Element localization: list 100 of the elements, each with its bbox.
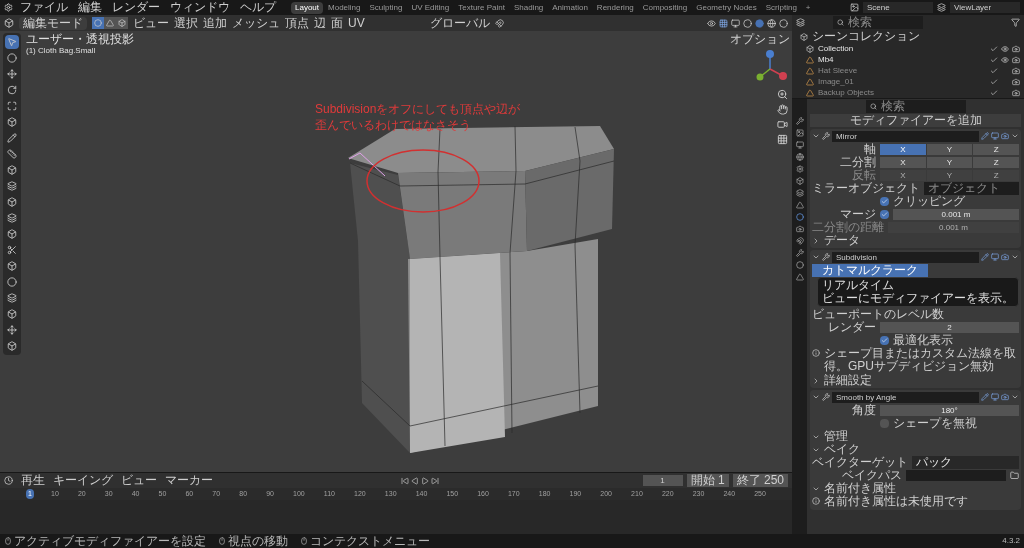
workspace-tab[interactable]: Animation xyxy=(548,1,592,14)
subpanel-header[interactable]: ベイク xyxy=(812,443,860,456)
camera-icon[interactable] xyxy=(1012,88,1020,97)
number-field[interactable]: 180° xyxy=(880,405,1019,416)
output-icon[interactable] xyxy=(795,141,804,149)
move-icon[interactable] xyxy=(5,67,19,81)
axis-toggle[interactable]: Y xyxy=(926,144,973,155)
axis-toggle[interactable]: Z xyxy=(973,144,1019,155)
realtime-icon[interactable] xyxy=(991,132,999,140)
search-field[interactable]: 検索 xyxy=(865,100,966,113)
modifier-name-field[interactable]: Subdivision xyxy=(832,251,979,263)
object-field[interactable]: オブジェクト xyxy=(924,182,1019,195)
subpanel-header[interactable]: データ xyxy=(812,234,860,247)
workspace-tab[interactable]: Sculpting xyxy=(365,1,407,14)
outliner-item[interactable]: Backup Objects xyxy=(818,87,875,98)
workspace-tab[interactable]: UV Editing xyxy=(407,1,454,14)
hand-icon[interactable] xyxy=(777,104,788,115)
editor-type-icon[interactable] xyxy=(4,476,13,485)
axis-toggle[interactable]: Z xyxy=(973,157,1019,168)
knife-icon[interactable] xyxy=(5,243,19,257)
search-field[interactable]: 検索 xyxy=(833,16,923,29)
edge-select-button[interactable] xyxy=(104,17,116,29)
render-icon[interactable] xyxy=(795,129,804,137)
workspace-tab[interactable]: + xyxy=(801,1,815,14)
menu-item[interactable]: 頂点 xyxy=(285,16,309,30)
checkbox-icon[interactable] xyxy=(990,66,998,75)
subpanel-header[interactable]: 名前付き属性 xyxy=(812,482,896,495)
overlay-icon[interactable] xyxy=(719,18,728,28)
menu-item[interactable]: キーイング xyxy=(53,474,113,487)
menu-item[interactable]: 面 xyxy=(331,16,343,30)
add-modifier-button[interactable]: モディファイアーを追加 xyxy=(810,114,1021,127)
dropdown[interactable]: パック xyxy=(912,456,1019,469)
tool-icon[interactable] xyxy=(795,117,804,125)
menu-item[interactable]: ヘルプ xyxy=(237,1,279,14)
checkbox[interactable] xyxy=(880,210,889,219)
checkbox-icon[interactable] xyxy=(990,55,998,64)
collapse-icon[interactable] xyxy=(812,132,820,140)
menu-item[interactable]: ビュー xyxy=(133,16,169,30)
menu-item[interactable]: 編集 xyxy=(75,1,105,14)
outliner-item[interactable]: Collection xyxy=(818,43,854,54)
play-reverse-icon[interactable] xyxy=(411,476,419,485)
workspace-tab[interactable]: Modeling xyxy=(324,1,365,14)
axis-toggle[interactable]: X xyxy=(880,157,926,168)
camera-icon[interactable] xyxy=(1012,77,1020,86)
checkbox-icon[interactable] xyxy=(990,44,998,53)
workspace-tab[interactable]: Compositing xyxy=(638,1,692,14)
eye-icon[interactable] xyxy=(1001,55,1009,64)
start-frame-field[interactable]: 開始 1 xyxy=(686,474,729,487)
object-icon[interactable] xyxy=(795,201,804,209)
filter-icon[interactable] xyxy=(1011,18,1020,27)
dropdown-icon[interactable] xyxy=(1011,253,1019,261)
checkbox-icon[interactable] xyxy=(990,77,998,86)
edit-mode-icon[interactable] xyxy=(981,132,989,140)
camera-icon[interactable] xyxy=(1012,66,1020,75)
axis-toggle[interactable]: X xyxy=(880,144,926,155)
play-icon[interactable] xyxy=(421,476,429,485)
dropdown-icon[interactable] xyxy=(1011,132,1019,140)
magnet-icon[interactable] xyxy=(494,18,504,28)
modifier-name-field[interactable]: Smooth by Angle xyxy=(832,391,979,403)
grid-icon[interactable] xyxy=(777,134,788,145)
workspace-tab[interactable]: Geometry Nodes xyxy=(692,1,761,14)
menu-item[interactable]: 辺 xyxy=(314,16,326,30)
outliner-item[interactable]: シーンコレクション xyxy=(812,30,920,43)
menu-item[interactable]: マーカー xyxy=(165,474,213,487)
checkbox[interactable] xyxy=(880,419,889,428)
end-frame-field[interactable]: 終了 250 xyxy=(732,474,788,487)
modifier-name-field[interactable]: Mirror xyxy=(832,130,979,142)
workspace-tab[interactable]: Scripting xyxy=(761,1,801,14)
select-icon[interactable] xyxy=(5,35,19,49)
checkbox[interactable] xyxy=(880,336,889,345)
visibility-icon[interactable] xyxy=(707,18,716,28)
number-field[interactable]: 0.001 m xyxy=(893,209,1019,220)
menu-item[interactable]: ウィンドウ xyxy=(167,1,233,14)
jump-end-icon[interactable] xyxy=(431,476,439,485)
menu-item[interactable]: メッシュ xyxy=(232,16,280,30)
render-icon[interactable] xyxy=(1001,253,1009,261)
cursor-icon[interactable] xyxy=(5,51,19,65)
rotate-icon[interactable] xyxy=(5,83,19,97)
measure-icon[interactable] xyxy=(5,147,19,161)
checkbox[interactable] xyxy=(880,197,889,206)
modifier-icon[interactable] xyxy=(795,213,804,221)
axis-toggle[interactable]: Y xyxy=(926,157,973,168)
collapse-icon[interactable] xyxy=(812,253,820,261)
edit-mode-icon[interactable] xyxy=(981,253,989,261)
menu-item[interactable]: レンダー xyxy=(109,1,163,14)
menu-item[interactable]: ビュー xyxy=(121,474,157,487)
eye-icon[interactable] xyxy=(1001,44,1009,53)
number-field[interactable]: 2 xyxy=(880,322,1019,333)
scene-field[interactable]: Scene xyxy=(863,2,933,13)
camera-icon[interactable] xyxy=(1012,55,1020,64)
subpanel-header[interactable]: 詳細設定 xyxy=(812,374,872,387)
editor-type-icon[interactable] xyxy=(4,18,14,28)
annotate-icon[interactable] xyxy=(5,131,19,145)
menu-item[interactable]: 追加 xyxy=(203,16,227,30)
realtime-icon[interactable] xyxy=(991,393,999,401)
checkbox-icon[interactable] xyxy=(990,88,998,97)
options-dropdown[interactable]: オプション xyxy=(730,33,790,46)
menu-item[interactable]: 選択 xyxy=(174,16,198,30)
menu-item[interactable]: UV xyxy=(348,16,365,30)
render-icon[interactable] xyxy=(1001,393,1009,401)
